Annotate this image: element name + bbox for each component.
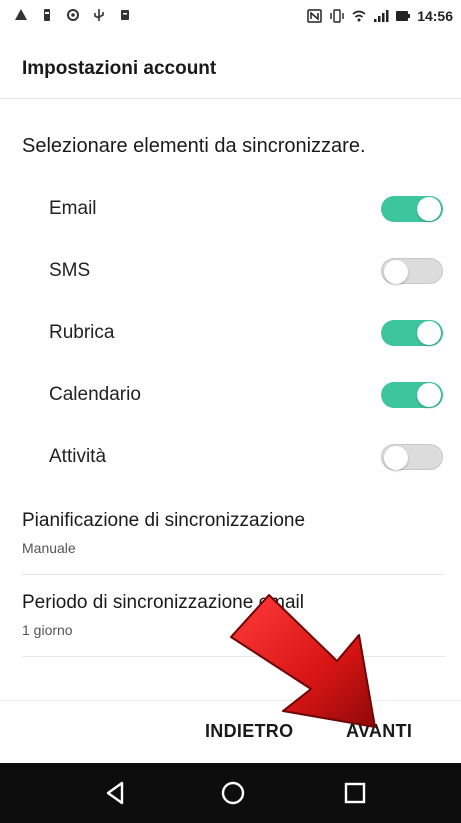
wifi-icon [352,10,366,22]
back-icon[interactable] [100,778,130,808]
sync-label: Calendario [49,384,141,405]
screen: 14:56 Impostazioni account Selezionare e… [0,0,461,823]
home-icon[interactable] [218,778,248,808]
sync-period-title: Periodo di sincronizzazione email [22,592,304,613]
sync-list: Email SMS Rubrica Calendario Attività [0,178,461,488]
status-left-icons [14,8,132,22]
status-right-icons: 14:56 [307,8,453,24]
divider [22,574,445,575]
download-icon [121,10,129,20]
sync-schedule-setting[interactable]: Pianificazione di sincronizzazione Manua… [0,500,461,582]
signal-icon [374,10,389,22]
calendario-toggle[interactable] [381,382,443,408]
sync-row-email[interactable]: Email [0,178,461,240]
sync-label: Attività [49,446,107,467]
toggle-knob [417,383,441,407]
toggle-knob [417,321,441,345]
section-label: Selezionare elementi da sincronizzare. [22,135,366,157]
nfc-icon [307,9,322,23]
sync-period-setting[interactable]: Periodo di sincronizzazione email 1 gior… [0,582,461,664]
toggle-knob [384,446,408,470]
nav-bar [0,763,461,823]
status-bar: 14:56 [0,0,461,42]
toggle-knob [384,260,408,284]
sms-toggle[interactable] [381,258,443,284]
battery-icon [396,11,411,21]
page-title: Impostazioni account [22,58,217,79]
back-button[interactable]: INDIETRO [205,721,293,742]
attivita-toggle[interactable] [381,444,443,470]
action-bar: INDIETRO AVANTI [0,701,461,763]
sync-label: SMS [49,260,91,281]
divider [22,656,445,657]
recent-apps-icon[interactable] [340,778,370,808]
header: Impostazioni account [0,42,461,99]
alert-icon [15,9,27,20]
email-toggle[interactable] [381,196,443,222]
sync-period-value: 1 giorno [22,622,73,638]
sync-label: Rubrica [49,322,115,343]
sync-row-attivita[interactable]: Attività [0,426,461,488]
rubrica-toggle[interactable] [381,320,443,346]
vibrate-icon [330,9,344,23]
next-button[interactable]: AVANTI [346,721,412,742]
sync-row-calendario[interactable]: Calendario [0,364,461,426]
sync-label: Email [49,198,97,219]
sync-icon [67,9,79,21]
toggle-knob [417,197,441,221]
sync-row-rubrica[interactable]: Rubrica [0,302,461,364]
sync-row-sms[interactable]: SMS [0,240,461,302]
status-time: 14:56 [417,8,453,24]
sync-schedule-title: Pianificazione di sincronizzazione [22,510,306,531]
battery-saver-icon [44,9,50,21]
usb-icon [94,9,104,21]
sync-schedule-value: Manuale [22,540,76,556]
